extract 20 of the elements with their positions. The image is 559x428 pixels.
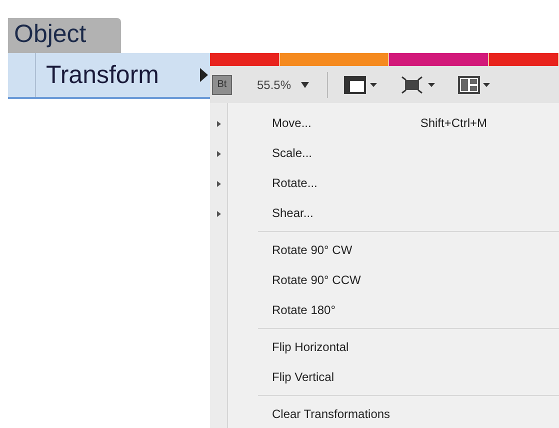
menu-item[interactable]: Flip Horizontal: [228, 332, 559, 362]
menu-item[interactable]: Rotate 90° CW: [228, 235, 559, 265]
shortcut: Shift+Ctrl+M: [420, 116, 487, 130]
bridge-button[interactable]: Bt: [212, 74, 232, 94]
menu-item[interactable]: Move... Shift+Ctrl+M: [228, 108, 559, 138]
menu-item[interactable]: Flip Vertical: [228, 362, 559, 392]
menu-title[interactable]: Object: [8, 18, 121, 53]
zoom-level: 55.5%: [257, 78, 292, 92]
layout-icon[interactable]: [458, 74, 492, 94]
dropdown-caret-icon[interactable]: [301, 82, 310, 88]
menu-item[interactable]: Rotate 90° CCW: [228, 265, 559, 295]
menu-item[interactable]: Rotate 180°: [228, 295, 559, 325]
frame-icon[interactable]: [400, 74, 436, 94]
submenu-arrow-icon: [200, 68, 208, 82]
menu-item[interactable]: Transform: [8, 53, 210, 99]
menu-item[interactable]: Clear Transformations: [228, 399, 559, 428]
menu-item[interactable]: Rotate...: [228, 168, 559, 198]
screen-mode-icon[interactable]: [344, 74, 378, 94]
menu-item[interactable]: Scale...: [228, 138, 559, 168]
menu-item[interactable]: Shear...: [228, 198, 559, 228]
